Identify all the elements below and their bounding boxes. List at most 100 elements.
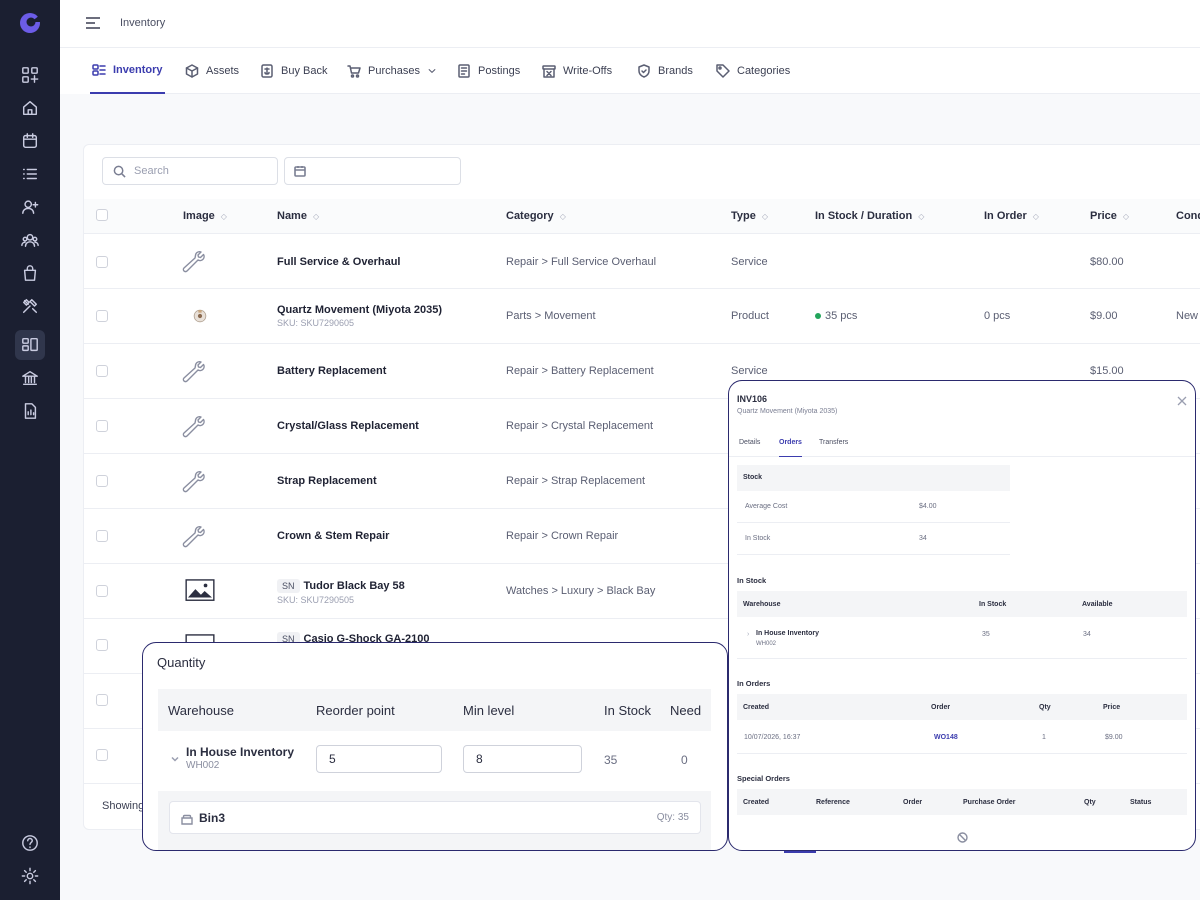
help-icon[interactable] xyxy=(19,832,41,854)
sidebar xyxy=(0,0,60,900)
app-logo[interactable] xyxy=(18,11,42,35)
close-icon[interactable] xyxy=(1177,393,1187,406)
row-checkbox[interactable] xyxy=(96,585,108,597)
product-name-text: Quartz Movement (Miyota 2035) xyxy=(277,304,443,316)
product-name[interactable]: Strap Replacement xyxy=(277,475,377,487)
warehouse-code: WH002 xyxy=(186,760,220,771)
column-warehouse: Warehouse xyxy=(168,703,234,718)
detail-popup: INV106 Quartz Movement (Miyota 2035) Det… xyxy=(728,380,1196,851)
wrench-icon xyxy=(181,359,205,383)
reorder-point-input[interactable] xyxy=(316,745,442,773)
dashboard-icon[interactable] xyxy=(19,64,41,86)
column-label: In Order xyxy=(984,210,1027,222)
in-stock-value: 35 xyxy=(982,631,990,638)
min-level-input[interactable] xyxy=(463,745,582,773)
row-checkbox[interactable] xyxy=(96,420,108,432)
home-icon[interactable] xyxy=(19,97,41,119)
tab-assets[interactable]: Assets xyxy=(185,48,239,94)
select-all-checkbox[interactable] xyxy=(96,209,108,221)
product-name[interactable]: Crystal/Glass Replacement xyxy=(277,420,419,432)
row-checkbox[interactable] xyxy=(96,530,108,542)
detail-tabs: Details Orders Transfers xyxy=(729,431,1195,457)
column-header-name[interactable]: Name ◇ xyxy=(277,210,319,222)
calendar-icon xyxy=(294,166,306,177)
row-checkbox[interactable] xyxy=(96,256,108,268)
order-row[interactable]: 10/07/2026, 16:37 WO148 1 $9.00 xyxy=(737,722,1187,754)
column-header-in-stock[interactable]: In Stock / Duration ◇ xyxy=(815,210,924,222)
row-checkbox[interactable] xyxy=(96,749,108,761)
shopping-bag-icon[interactable] xyxy=(19,262,41,284)
row-checkbox[interactable] xyxy=(96,639,108,651)
inventory-nav-icon[interactable] xyxy=(15,330,45,360)
table-row[interactable]: Full Service & Overhaul Repair > Full Se… xyxy=(84,234,1200,289)
product-price: $15.00 xyxy=(1090,365,1124,377)
tab-orders[interactable]: Orders xyxy=(779,439,802,457)
tab-categories[interactable]: Categories xyxy=(716,48,790,94)
tab-write-offs[interactable]: Write-Offs xyxy=(542,48,612,94)
product-name[interactable]: SN Tudor Black Bay 58 SKU: SKU7290505 xyxy=(277,579,405,605)
product-name[interactable]: Crown & Stem Repair xyxy=(277,530,389,542)
column-order: Order xyxy=(931,704,951,711)
calendar-icon[interactable] xyxy=(19,130,41,152)
row-checkbox[interactable] xyxy=(96,694,108,706)
quantity-title: Quantity xyxy=(157,655,206,670)
inventory-icon xyxy=(92,64,106,76)
tab-purchases[interactable]: Purchases xyxy=(347,48,437,94)
order-created: 10/07/2026, 16:37 xyxy=(744,734,801,741)
column-created: Created xyxy=(743,799,770,806)
product-category: Repair > Strap Replacement xyxy=(506,475,646,487)
report-icon[interactable] xyxy=(19,400,41,422)
tag-icon xyxy=(716,64,730,78)
quantity-table-header: Warehouse Reorder point Min level In Sto… xyxy=(158,689,711,731)
hamburger-menu-icon[interactable] xyxy=(85,16,101,30)
row-checkbox[interactable] xyxy=(96,475,108,487)
tab-label: Buy Back xyxy=(281,65,328,77)
row-checkbox[interactable] xyxy=(96,310,108,322)
settings-icon[interactable] xyxy=(19,865,41,887)
bin-item[interactable]: Bin3 Qty: 35 xyxy=(169,801,701,834)
column-header-image[interactable]: Image ◇ xyxy=(183,210,227,222)
date-picker[interactable] xyxy=(284,157,461,185)
table-row[interactable]: Quartz Movement (Miyota 2035) SKU: SKU729… xyxy=(84,289,1200,344)
tab-postings[interactable]: Postings xyxy=(457,48,520,94)
column-header-type[interactable]: Type ◇ xyxy=(731,210,768,222)
tab-inventory[interactable]: Inventory xyxy=(90,48,165,94)
product-name[interactable]: Full Service & Overhaul xyxy=(277,256,401,268)
bank-icon[interactable] xyxy=(19,367,41,389)
warehouse-cell: In House Inventory WH002 xyxy=(186,745,294,771)
chevron-right-icon[interactable]: › xyxy=(747,631,749,638)
column-label: Price xyxy=(1090,210,1117,222)
sort-icon: ◇ xyxy=(918,211,925,221)
tab-brands[interactable]: Brands xyxy=(637,48,693,94)
need-value: 0 xyxy=(681,753,688,767)
list-icon[interactable] xyxy=(19,163,41,185)
column-header-price[interactable]: Price ◇ xyxy=(1090,210,1129,222)
cube-icon xyxy=(185,64,199,78)
tab-details[interactable]: Details xyxy=(739,439,760,457)
product-sku: SKU: SKU7290605 xyxy=(277,318,355,328)
product-category: Repair > Full Service Overhaul xyxy=(506,256,657,268)
order-link[interactable]: WO148 xyxy=(934,734,958,741)
product-name[interactable]: Battery Replacement xyxy=(277,365,386,377)
column-header-condition[interactable]: Cond xyxy=(1176,210,1200,222)
product-name[interactable]: Quartz Movement (Miyota 2035) SKU: SKU729… xyxy=(277,304,442,328)
average-cost-value: $4.00 xyxy=(919,503,937,510)
tools-icon[interactable] xyxy=(19,295,41,317)
item-id: INV106 xyxy=(737,394,768,404)
tab-buy-back[interactable]: Buy Back xyxy=(260,48,327,94)
column-header-category[interactable]: Category ◇ xyxy=(506,210,566,222)
special-orders-table-header: Created Reference Order Purchase Order Q… xyxy=(737,789,1187,815)
column-qty: Qty xyxy=(1084,799,1096,806)
search-input[interactable]: Search xyxy=(102,157,278,185)
average-cost-row: Average Cost $4.00 xyxy=(737,491,1010,523)
team-icon[interactable] xyxy=(19,229,41,251)
serial-badge: SN xyxy=(277,579,300,593)
column-header-in-order[interactable]: In Order ◇ xyxy=(984,210,1039,222)
tab-transfers[interactable]: Transfers xyxy=(819,439,848,457)
row-checkbox[interactable] xyxy=(96,365,108,377)
add-user-icon[interactable] xyxy=(19,196,41,218)
in-stock-row[interactable]: › In House Inventory WH002 35 34 xyxy=(737,621,1187,659)
wrench-icon xyxy=(181,469,205,493)
chevron-down-icon[interactable] xyxy=(170,751,180,762)
stock-summary: Stock Average Cost $4.00 In Stock 34 xyxy=(737,465,1010,555)
